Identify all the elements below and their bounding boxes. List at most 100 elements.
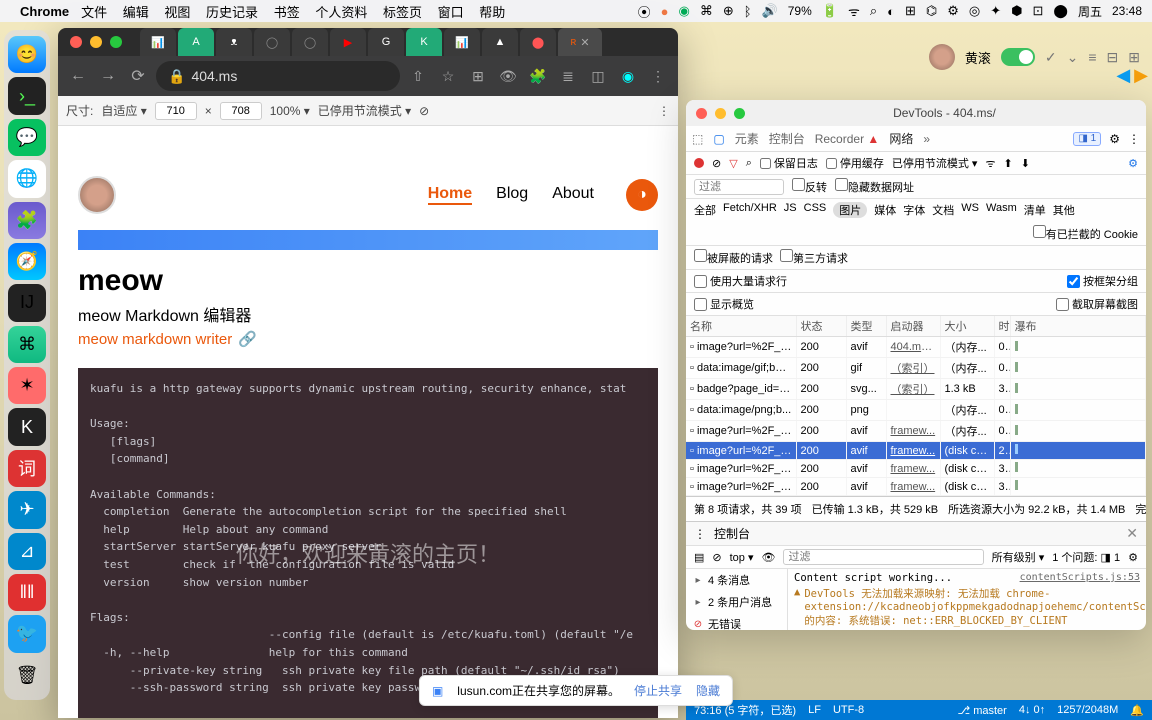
extensions-icon[interactable]: 🧩: [526, 64, 550, 88]
status-icon[interactable]: ◉: [678, 3, 689, 19]
dock-ide[interactable]: IJ: [8, 284, 46, 321]
clear-icon[interactable]: ⊘: [712, 551, 721, 564]
status-icon[interactable]: ⬢: [1011, 3, 1022, 19]
blocked-cookie-checkbox[interactable]: 有已拦截的 Cookie: [1033, 225, 1138, 242]
console-message[interactable]: Content script working...contentScripts.…: [794, 571, 1140, 585]
net-settings-icon[interactable]: ⚙: [1128, 157, 1138, 170]
browser-tab[interactable]: ▲: [482, 28, 518, 56]
console-sidebar-item[interactable]: ▸4 条消息: [686, 569, 787, 591]
hide-data-checkbox[interactable]: 隐藏数据网址: [835, 178, 914, 195]
third-party-checkbox[interactable]: 第三方请求: [780, 249, 848, 266]
menu-icon[interactable]: ⋮: [646, 64, 670, 88]
bluetooth-icon[interactable]: ᛒ: [744, 4, 752, 19]
check-icon[interactable]: ✓: [1045, 49, 1057, 66]
search-icon[interactable]: ⌕: [870, 3, 877, 19]
chevron-down-icon[interactable]: ⌄: [1067, 49, 1079, 66]
levels-select[interactable]: 所有级别 ▾: [992, 549, 1045, 565]
collapse-icon[interactable]: ⊟: [1107, 49, 1119, 66]
dock-app[interactable]: K: [8, 408, 46, 445]
menu-history[interactable]: 历史记录: [206, 5, 258, 20]
theme-toggle-button[interactable]: ◑: [626, 179, 658, 211]
col-size[interactable]: 大小: [940, 316, 994, 337]
status-icon[interactable]: ⦿: [638, 2, 651, 21]
menu-profile[interactable]: 个人资料: [315, 5, 367, 20]
tab-console[interactable]: 控制台: [769, 130, 805, 147]
settings-icon[interactable]: ⚙: [1109, 132, 1120, 146]
reload-button[interactable]: ⟳: [126, 64, 150, 88]
dock-finder[interactable]: 😊: [8, 36, 46, 73]
toggle-switch[interactable]: [1001, 48, 1035, 66]
network-filter-input[interactable]: [694, 179, 784, 195]
network-row[interactable]: ▫ badge?page_id=4...200svg...（索引）1.3 kB3…: [686, 379, 1146, 400]
expand-icon[interactable]: ⊞: [1128, 49, 1140, 66]
issues-badge[interactable]: ◨ 1: [1073, 132, 1101, 146]
console-message[interactable]: ▲DevTools 无法加载来源映射: 无法加载 chrome-extensio…: [794, 629, 1140, 630]
console-sidebar-item[interactable]: ⊘无错误: [686, 613, 787, 630]
browser-tab-active[interactable]: ʀ ✕: [558, 28, 602, 56]
dock-chrome[interactable]: 🌐: [8, 160, 46, 197]
user-avatar[interactable]: [929, 44, 955, 70]
tab-elements[interactable]: 元素: [735, 130, 759, 147]
forward-button[interactable]: →: [96, 64, 120, 88]
col-type[interactable]: 类型: [846, 316, 886, 337]
type-all[interactable]: 全部: [694, 202, 716, 218]
back-button[interactable]: ←: [66, 64, 90, 88]
close-window-icon[interactable]: [696, 108, 707, 119]
menu-bookmarks[interactable]: 书签: [274, 5, 300, 20]
tab-network[interactable]: 网络: [889, 130, 913, 147]
browser-tab[interactable]: ◯: [254, 28, 290, 56]
menu-view[interactable]: 视图: [164, 5, 190, 20]
network-row[interactable]: ▫ image?url=%2F_n...200avif404.ms...（内存.…: [686, 337, 1146, 358]
status-icon[interactable]: ●: [661, 4, 669, 19]
browser-tab[interactable]: 📊: [140, 28, 176, 56]
download-icon[interactable]: ⬇: [1021, 157, 1030, 170]
browser-tab[interactable]: ᴥ: [216, 28, 252, 56]
extension-icon[interactable]: 👁: [496, 64, 520, 88]
tabs-overflow-icon[interactable]: »: [923, 132, 930, 146]
menu-icon[interactable]: ⋮: [1128, 132, 1140, 146]
maximize-window-icon[interactable]: [734, 108, 745, 119]
console-title[interactable]: 控制台: [714, 525, 750, 542]
upload-icon[interactable]: ⬆: [1003, 157, 1012, 170]
invert-checkbox[interactable]: 反转: [792, 178, 827, 195]
browser-tab[interactable]: ◯: [292, 28, 328, 56]
nav-blog[interactable]: Blog: [496, 185, 528, 205]
status-sync[interactable]: 4↓ 0↑: [1019, 704, 1045, 717]
status-icon[interactable]: ◎: [969, 3, 980, 19]
type-css[interactable]: CSS: [804, 202, 827, 218]
status-memory[interactable]: 1257/2048M: [1057, 704, 1118, 717]
device-throttle[interactable]: 已停用节流模式 ▾: [318, 102, 411, 119]
col-status[interactable]: 状态: [796, 316, 846, 337]
dock-app[interactable]: ✶: [8, 367, 46, 404]
wifi-icon[interactable]: ᯤ: [985, 156, 995, 171]
device-menu-icon[interactable]: ⋮: [658, 104, 670, 118]
status-icon[interactable]: ⌘: [700, 3, 713, 19]
close-drawer-icon[interactable]: ✕: [1126, 525, 1138, 542]
post-link[interactable]: meow markdown writer 🔗: [78, 330, 658, 348]
status-branch[interactable]: ⎇ master: [957, 704, 1006, 717]
menubar-day[interactable]: 周五: [1078, 3, 1102, 20]
menu-edit[interactable]: 编辑: [123, 5, 149, 20]
panel-icon[interactable]: ◫: [586, 64, 610, 88]
star-icon[interactable]: ☆: [436, 64, 460, 88]
dock-safari[interactable]: 🧭: [8, 243, 46, 280]
type-doc[interactable]: 文档: [932, 202, 954, 218]
live-expr-icon[interactable]: 👁: [762, 551, 776, 564]
network-row[interactable]: ▫ data:image/png;b...200png（内存...0.: [686, 400, 1146, 421]
col-time[interactable]: 时: [994, 316, 1010, 337]
rotate-icon[interactable]: ⊘: [419, 104, 429, 118]
status-lf[interactable]: LF: [808, 704, 821, 716]
disable-cache-checkbox[interactable]: 停用缓存: [826, 155, 884, 171]
network-row[interactable]: ▫ image?url=%2F_n...200avifframew...（内存.…: [686, 421, 1146, 442]
browser-tab[interactable]: 📊: [444, 28, 480, 56]
col-initiator[interactable]: 启动器: [886, 316, 940, 337]
col-waterfall[interactable]: 瀑布: [1010, 316, 1146, 337]
browser-tab[interactable]: K: [406, 28, 442, 56]
network-row[interactable]: ▫ data:image/gif;bas...200gif（索引）（内存...0…: [686, 358, 1146, 379]
console-filter-input[interactable]: [783, 549, 983, 565]
inspect-icon[interactable]: ⬚: [692, 132, 703, 146]
network-row[interactable]: ▫ image?url=%2F_n...200avifframew...(dis…: [686, 460, 1146, 478]
console-message[interactable]: ▲DevTools 无法加载来源映射: 无法加载 chrome-extensio…: [794, 585, 1140, 629]
wifi-icon[interactable]: ᯤ: [848, 2, 860, 20]
battery-icon[interactable]: 🔋: [822, 3, 838, 19]
